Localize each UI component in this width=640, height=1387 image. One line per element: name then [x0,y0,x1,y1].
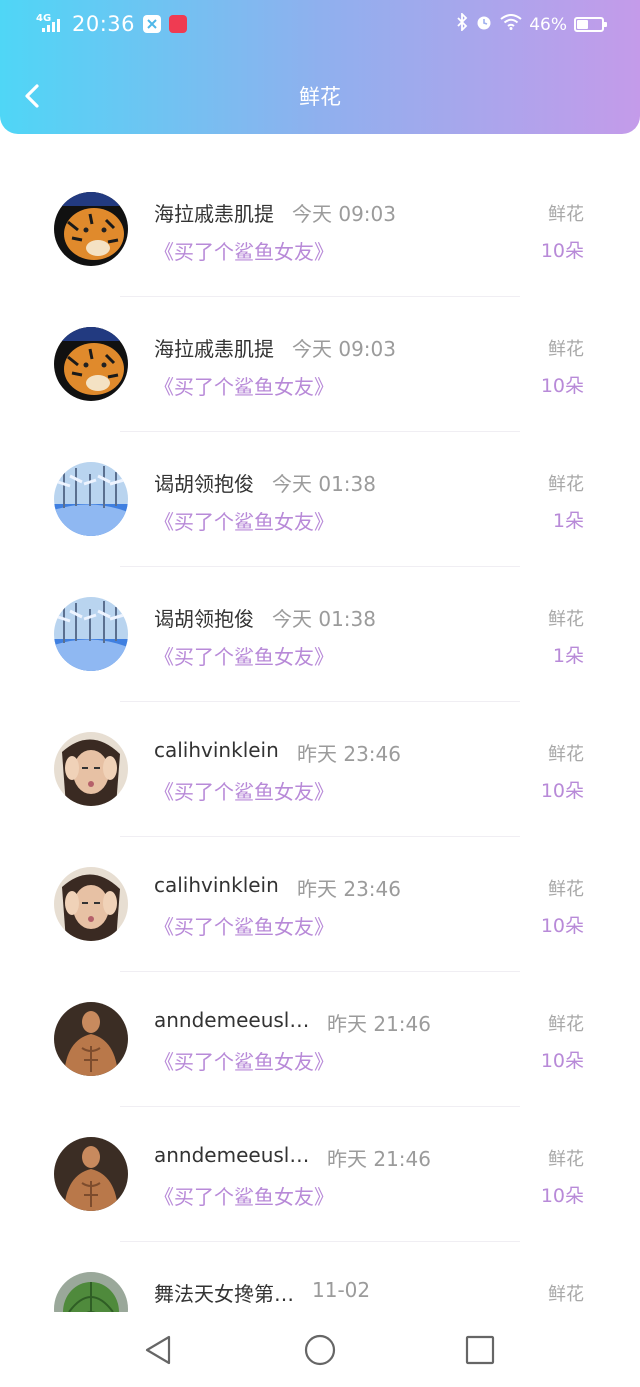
work-title[interactable]: 《买了个鲨鱼女友》 [154,236,334,265]
gift-count: 10朵 [540,915,584,937]
user-name: anndemeeusl… [154,1143,310,1167]
avatar[interactable] [54,192,128,266]
nav-home-button[interactable] [302,1332,338,1368]
gift-label: 鲜花 [548,609,584,630]
avatar[interactable] [54,1002,128,1076]
work-title[interactable]: 《买了个鲨鱼女友》 [154,911,334,940]
square-recent-icon [465,1335,495,1365]
bluetooth-icon [456,11,468,36]
avatar[interactable] [54,597,128,671]
gift-count: 1朵 [552,645,584,667]
avatar[interactable] [54,1137,128,1211]
list-item[interactable]: 海拉戚恚肌提 今天 09:03 《买了个鲨鱼女友》 鲜花 10朵 [0,162,640,297]
user-name: 海拉戚恚肌提 [154,337,274,361]
status-time: 20:36 [72,12,136,36]
gift-label: 鲜花 [548,204,584,225]
work-title[interactable]: 《买了个鲨鱼女友》 [154,776,334,805]
list-item[interactable]: 海拉戚恚肌提 今天 09:03 《买了个鲨鱼女友》 鲜花 10朵 [0,297,640,432]
gift-count: 10朵 [540,240,584,262]
list-item[interactable]: anndemeeusl… 昨天 21:46 《买了个鲨鱼女友》 鲜花 10朵 [0,972,640,1107]
timestamp: 今天 01:38 [272,472,376,496]
user-name: calihvinklein [154,738,279,762]
timestamp: 今天 09:03 [292,202,396,226]
nav-back-button[interactable] [140,1332,176,1368]
gift-label: 鲜花 [548,744,584,765]
timestamp: 今天 09:03 [292,337,396,361]
timestamp: 今天 01:38 [272,607,376,631]
avatar[interactable] [54,732,128,806]
avatar[interactable] [54,327,128,401]
gift-label: 鲜花 [548,879,584,900]
triangle-back-icon [145,1335,171,1365]
avatar[interactable] [54,462,128,536]
work-title[interactable]: 《买了个鲨鱼女友》 [154,371,334,400]
status-bar: 4G 20:36 46% [0,0,640,50]
gift-label: 鲜花 [548,339,584,360]
signal-icon: 4G [36,13,64,35]
page-title: 鲜花 [299,85,341,109]
user-name: anndemeeusl… [154,1008,310,1032]
user-name: 舞法天女搀第… [154,1282,294,1306]
timestamp: 11-02 [312,1278,371,1302]
gift-label: 鲜花 [548,1284,584,1305]
list-item[interactable]: 谒胡领抱俊 今天 01:38 《买了个鲨鱼女友》 鲜花 1朵 [0,567,640,702]
gift-label: 鲜花 [548,1149,584,1170]
red-app-icon [169,15,188,33]
timestamp: 昨天 21:46 [327,1012,431,1036]
battery-percent: 46% [529,14,567,35]
header-bar: 4G 20:36 46% 鲜花 [0,0,640,134]
timestamp: 昨天 21:46 [327,1147,431,1171]
list-item[interactable]: 舞法天女搀第… 11-02 鲜花 [0,1242,640,1312]
user-name: calihvinklein [154,873,279,897]
work-title[interactable]: 《买了个鲨鱼女友》 [154,506,334,535]
alarm-icon [475,13,493,36]
user-name: 海拉戚恚肌提 [154,202,274,226]
avatar[interactable] [54,1272,128,1312]
wifi-icon [500,14,522,35]
flower-gift-list[interactable]: 海拉戚恚肌提 今天 09:03 《买了个鲨鱼女友》 鲜花 10朵 海拉戚恚肌提 … [0,162,640,1312]
app-notification-icon [143,15,162,33]
timestamp: 昨天 23:46 [297,877,401,901]
system-nav-bar [0,1312,640,1387]
timestamp: 昨天 23:46 [297,742,401,766]
gift-count: 10朵 [540,1185,584,1207]
list-item[interactable]: 谒胡领抱俊 今天 01:38 《买了个鲨鱼女友》 鲜花 1朵 [0,432,640,567]
user-name: 谒胡领抱俊 [154,607,254,631]
gift-label: 鲜花 [548,474,584,495]
circle-home-icon [304,1334,336,1366]
list-item[interactable]: calihvinklein 昨天 23:46 《买了个鲨鱼女友》 鲜花 10朵 [0,837,640,972]
user-name: 谒胡领抱俊 [154,472,254,496]
battery-icon [574,17,607,32]
gift-count: 10朵 [540,375,584,397]
work-title[interactable]: 《买了个鲨鱼女友》 [154,1181,334,1210]
gift-count: 10朵 [540,780,584,802]
gift-count: 10朵 [540,1050,584,1072]
work-title[interactable]: 《买了个鲨鱼女友》 [154,1046,334,1075]
nav-recent-button[interactable] [462,1332,498,1368]
list-item[interactable]: anndemeeusl… 昨天 21:46 《买了个鲨鱼女友》 鲜花 10朵 [0,1107,640,1242]
gift-label: 鲜花 [548,1014,584,1035]
avatar[interactable] [54,867,128,941]
list-item[interactable]: calihvinklein 昨天 23:46 《买了个鲨鱼女友》 鲜花 10朵 [0,702,640,837]
work-title[interactable]: 《买了个鲨鱼女友》 [154,641,334,670]
gift-count: 1朵 [552,510,584,532]
